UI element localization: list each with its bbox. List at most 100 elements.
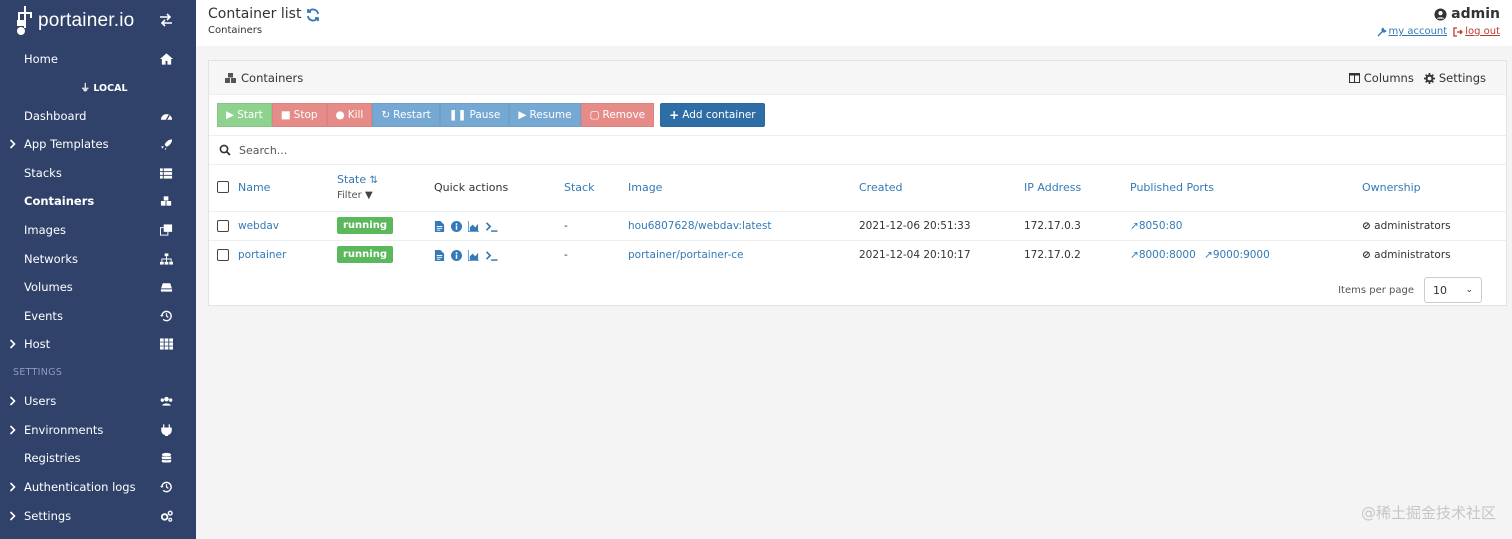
- sidebar-item-events[interactable]: Events: [0, 302, 196, 330]
- terminal-icon[interactable]: [485, 221, 499, 232]
- sidebar: portainer.io Home ⏚ LOCAL Dashboard App T…: [0, 0, 196, 539]
- filter-icon: ▼: [364, 190, 373, 201]
- port-text: 9000:9000: [1212, 249, 1270, 261]
- chevron-right-icon: [9, 396, 16, 406]
- ip-address-value: 172.17.0.3: [1024, 220, 1081, 232]
- wrench-icon: [1377, 27, 1386, 36]
- sidebar-item-dashboard[interactable]: Dashboard: [0, 102, 196, 130]
- sidebar-item-app-templates[interactable]: App Templates: [0, 130, 196, 158]
- column-header-ownership[interactable]: Ownership: [1362, 181, 1421, 194]
- kill-label: Kill: [347, 109, 364, 121]
- file-text-icon[interactable]: [434, 250, 445, 261]
- row-checkbox[interactable]: [217, 249, 229, 261]
- published-port-link[interactable]: ↗9000:9000: [1204, 249, 1270, 261]
- sidebar-item-home[interactable]: Home: [0, 45, 196, 73]
- search-input[interactable]: [239, 143, 839, 157]
- log-out-label: log out: [1465, 26, 1500, 37]
- column-header-created[interactable]: Created: [859, 181, 903, 194]
- user-circle-icon: [1434, 7, 1447, 21]
- terminal-icon[interactable]: [485, 250, 499, 261]
- image-link[interactable]: portainer/portainer-ce: [628, 249, 744, 261]
- sidebar-item-users[interactable]: Users: [0, 387, 196, 415]
- hdd-icon: [160, 283, 173, 292]
- row-checkbox[interactable]: [217, 220, 229, 232]
- columns-icon: [1348, 73, 1360, 83]
- sidebar-item-registries[interactable]: Registries: [0, 444, 196, 472]
- file-text-icon[interactable]: [434, 221, 445, 232]
- ownership-value: ⊘ administrators: [1362, 249, 1451, 261]
- sidebar-item-host[interactable]: Host: [0, 330, 196, 358]
- restart-button[interactable]: ↻ Restart: [372, 103, 440, 127]
- items-per-page-select[interactable]: 10 ⌄: [1424, 277, 1482, 303]
- column-header-name[interactable]: Name: [238, 181, 270, 194]
- add-container-button[interactable]: + Add container: [660, 103, 765, 127]
- start-label: Start: [237, 109, 263, 121]
- my-account-link[interactable]: my account: [1377, 26, 1447, 37]
- port-text: 8000:8000: [1138, 249, 1196, 261]
- filter-label: Filter: [337, 190, 362, 201]
- pause-icon: ❚❚: [448, 109, 467, 121]
- column-header-published-ports[interactable]: Published Ports: [1130, 181, 1214, 194]
- start-button[interactable]: ▶ Start: [217, 103, 272, 127]
- published-port-link[interactable]: ↗8000:8000: [1130, 249, 1196, 261]
- refresh-icon[interactable]: [306, 8, 320, 22]
- cubes-icon: [160, 196, 172, 206]
- resume-label: Resume: [529, 109, 572, 121]
- page-title: Container list: [208, 6, 302, 22]
- columns-button[interactable]: Columns: [1348, 71, 1414, 85]
- sidebar-item-authentication-logs[interactable]: Authentication logs: [0, 473, 196, 501]
- state-filter[interactable]: Filter ▼: [337, 190, 373, 201]
- sidebar-item-volumes[interactable]: Volumes: [0, 273, 196, 301]
- area-chart-icon[interactable]: [468, 250, 479, 261]
- action-toolbar: ▶ Start ■ Stop ● Kill ↻ Restart ❚❚ Pause ▶ Res…: [217, 103, 765, 127]
- th-icon: [160, 338, 173, 350]
- sidebar-toggle-icon[interactable]: [159, 13, 173, 27]
- portainer-logo[interactable]: portainer.io: [16, 4, 156, 38]
- column-header-state[interactable]: State ⇅: [337, 173, 378, 186]
- remove-button[interactable]: ▢ Remove: [580, 103, 655, 127]
- cubes-icon: [225, 72, 236, 83]
- info-circle-icon[interactable]: [451, 250, 462, 261]
- logo-text: portainer.io: [38, 10, 135, 31]
- status-badge: running: [337, 217, 393, 234]
- info-circle-icon[interactable]: [451, 221, 462, 232]
- settings-button[interactable]: Settings: [1423, 71, 1486, 85]
- log-out-link[interactable]: log out: [1453, 26, 1500, 37]
- breadcrumb: Containers: [208, 25, 263, 36]
- add-container-label: Add container: [682, 109, 756, 121]
- sidebar-item-label: Users: [24, 394, 57, 408]
- sign-out-icon: [1453, 26, 1464, 37]
- panel-title-text: Containers: [241, 71, 304, 85]
- sidebar-item-networks[interactable]: Networks: [0, 245, 196, 273]
- sidebar-item-label: Images: [24, 223, 67, 237]
- ownership-text: administrators: [1374, 220, 1451, 232]
- sidebar-item-stacks[interactable]: Stacks: [0, 159, 196, 187]
- container-name-link[interactable]: webdav: [238, 220, 279, 232]
- stop-button[interactable]: ■ Stop: [271, 103, 327, 127]
- column-header-ip[interactable]: IP Address: [1024, 181, 1081, 194]
- column-header-image[interactable]: Image: [628, 181, 662, 194]
- th-list-icon: [160, 168, 173, 179]
- items-per-page-label: Items per page: [1338, 284, 1414, 296]
- published-port-link[interactable]: ↗8050:80: [1130, 220, 1182, 232]
- quick-actions: [434, 250, 499, 261]
- area-chart-icon[interactable]: [468, 221, 479, 232]
- select-all-checkbox[interactable]: [217, 181, 229, 193]
- dashboard-icon: [160, 114, 173, 121]
- container-name-link[interactable]: portainer: [238, 249, 286, 261]
- kill-button[interactable]: ● Kill: [326, 103, 373, 127]
- image-link[interactable]: hou6807628/webdav:latest: [628, 220, 772, 232]
- sidebar-item-images[interactable]: Images: [0, 216, 196, 244]
- sidebar-item-settings[interactable]: Settings: [0, 502, 196, 530]
- pause-button[interactable]: ❚❚ Pause: [439, 103, 510, 127]
- column-header-stack[interactable]: Stack: [564, 181, 594, 194]
- sidebar-item-containers[interactable]: Containers: [0, 187, 196, 215]
- play-icon: ▶: [226, 109, 235, 121]
- play-icon: ▶: [518, 109, 527, 121]
- history-icon: [160, 310, 172, 322]
- resume-button[interactable]: ▶ Resume: [509, 103, 581, 127]
- external-link-icon: ↗: [1130, 220, 1139, 232]
- containers-panel: Containers Columns Settings ▶ Start ■ Stop…: [208, 60, 1507, 306]
- plug-icon: [161, 424, 172, 436]
- sidebar-item-environments[interactable]: Environments: [0, 416, 196, 444]
